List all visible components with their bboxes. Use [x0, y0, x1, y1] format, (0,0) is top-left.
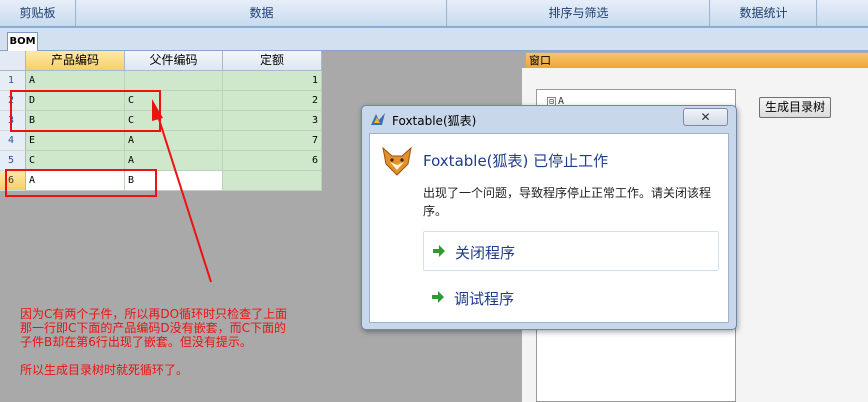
arrow-head — [152, 99, 163, 121]
annotation-text-1: 因为C有两个子件，所以再DO循环时只检查了上面 — [20, 307, 288, 321]
annotation-text-4: 所以生成目录树时就死循环了。 — [20, 363, 189, 377]
annotation-text-3: 子件B却在第6行出现了嵌套。但没有提示。 — [20, 335, 252, 349]
annotation-text-2: 那一行即C下面的产品编码D没有嵌套，而C下面的 — [20, 321, 286, 335]
